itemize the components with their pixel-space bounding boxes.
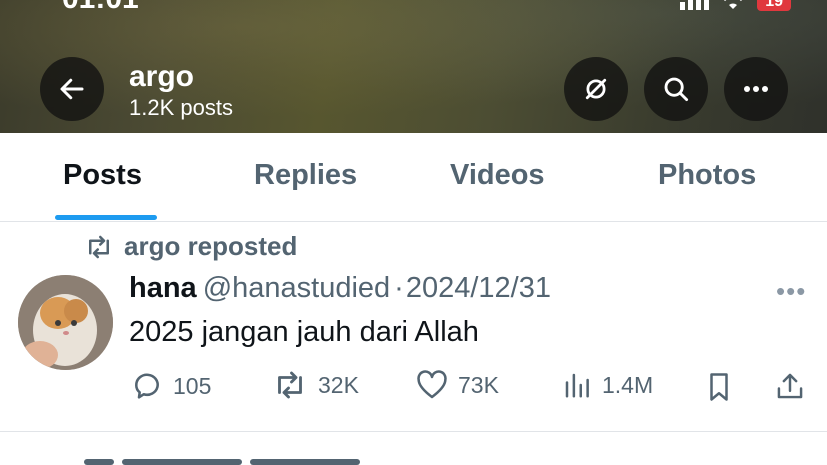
reply-button[interactable]: 105 (131, 370, 211, 402)
tab-replies[interactable]: Replies (254, 159, 357, 192)
profile-name: argo (129, 60, 195, 93)
tab-photos[interactable]: Photos (658, 159, 756, 192)
like-button[interactable]: 73K (416, 370, 499, 400)
reply-count: 105 (173, 372, 212, 399)
view-count: 1.4M (602, 371, 654, 398)
back-arrow-icon (60, 78, 84, 100)
post-header: hana @hanastudied ·2024/12/31 (129, 272, 551, 305)
hide-icon (585, 78, 607, 100)
repost-context[interactable]: argo reposted (84, 231, 297, 262)
wifi-icon (724, 0, 742, 9)
separator-dot: · (394, 272, 404, 304)
back-button[interactable] (40, 57, 104, 121)
author-handle[interactable]: @hanastudied (203, 272, 390, 304)
battery-indicator: 19 (757, 0, 791, 11)
post-actions: 105 32K 73K 1.4M (0, 370, 827, 406)
like-count: 73K (458, 371, 499, 398)
post-more-button[interactable]: ••• (776, 276, 806, 307)
avatar[interactable] (18, 275, 113, 370)
author-name[interactable]: hana (129, 272, 197, 304)
status-icons: 19 (680, 0, 791, 11)
tab-videos[interactable]: Videos (450, 159, 545, 192)
profile-banner: 01:01 19 argo 1.2K posts (0, 0, 827, 133)
avatar-image (18, 275, 113, 370)
repost-icon (89, 235, 109, 258)
status-time: 01:01 (62, 0, 139, 16)
hide-button[interactable] (564, 57, 628, 121)
tab-posts[interactable]: Posts (63, 159, 142, 192)
like-icon (417, 370, 447, 399)
search-button[interactable] (644, 57, 708, 121)
more-icon (744, 86, 768, 92)
more-options-button[interactable] (724, 57, 788, 121)
bookmark-icon (710, 373, 728, 401)
post-date[interactable]: 2024/12/31 (406, 272, 551, 304)
active-tab-indicator (55, 215, 157, 220)
next-post-peek (84, 452, 384, 465)
share-icon (777, 373, 803, 399)
post-divider (0, 431, 827, 432)
views-button[interactable]: 1.4M (562, 370, 653, 400)
bookmark-button[interactable] (704, 370, 734, 404)
post-count: 1.2K posts (129, 95, 233, 120)
views-icon (565, 373, 589, 398)
signal-icon (680, 0, 710, 10)
repost-label: argo reposted (124, 231, 298, 261)
repost-count: 32K (318, 371, 359, 398)
repost-button[interactable]: 32K (272, 370, 359, 400)
post-text: 2025 jangan jauh dari Allah (129, 316, 479, 348)
profile-tabs: Posts Replies Videos Photos (0, 133, 827, 222)
share-button[interactable] (775, 370, 805, 402)
search-icon (664, 77, 689, 102)
reply-icon (135, 373, 159, 399)
repost-icon (278, 371, 302, 399)
